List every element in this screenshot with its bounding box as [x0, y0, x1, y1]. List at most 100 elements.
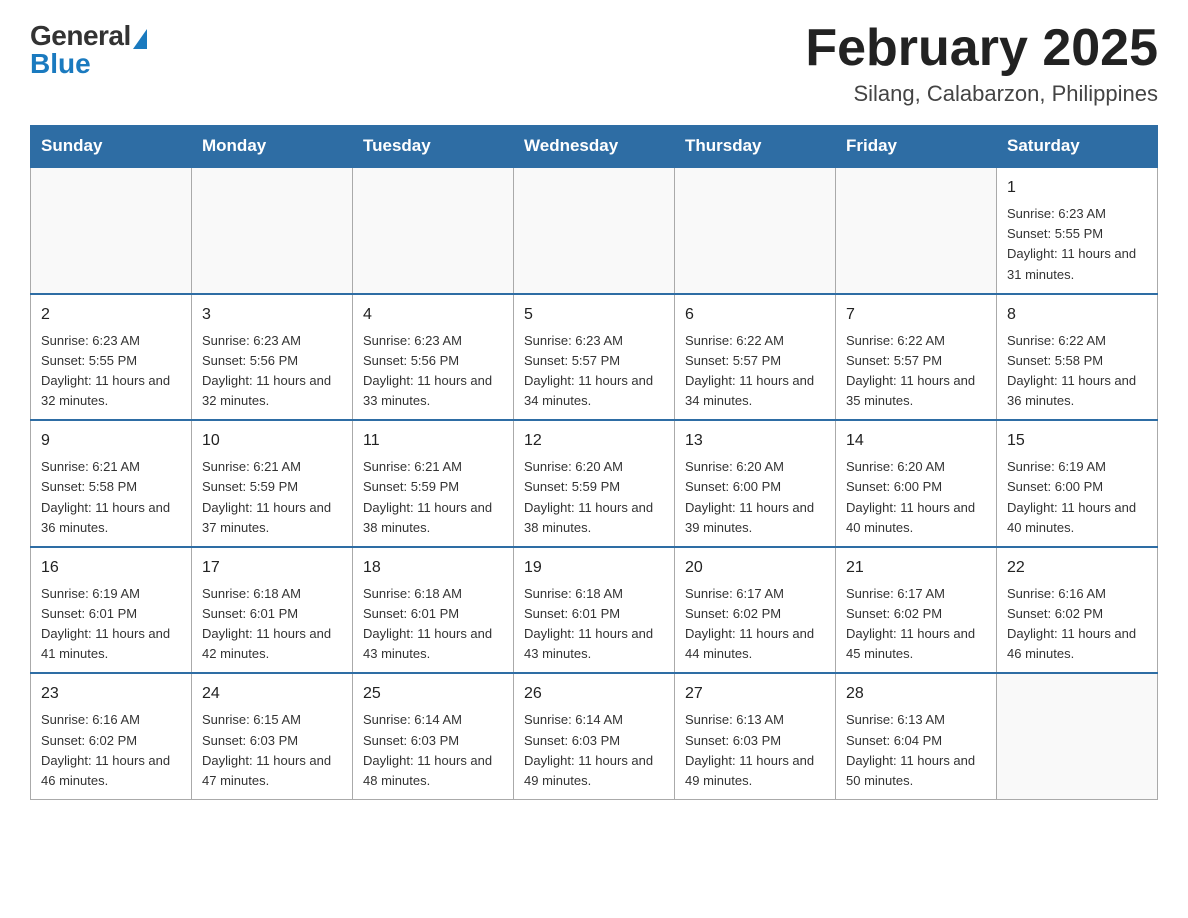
day-info: Sunrise: 6:14 AMSunset: 6:03 PMDaylight:…: [524, 710, 664, 791]
day-number: 20: [685, 556, 825, 580]
day-number: 17: [202, 556, 342, 580]
day-info: Sunrise: 6:13 AMSunset: 6:04 PMDaylight:…: [846, 710, 986, 791]
header-wednesday: Wednesday: [514, 126, 675, 168]
day-number: 22: [1007, 556, 1147, 580]
day-number: 25: [363, 682, 503, 706]
day-info: Sunrise: 6:20 AMSunset: 6:00 PMDaylight:…: [846, 457, 986, 538]
day-info: Sunrise: 6:23 AMSunset: 5:55 PMDaylight:…: [41, 331, 181, 412]
day-info: Sunrise: 6:23 AMSunset: 5:56 PMDaylight:…: [202, 331, 342, 412]
week-row-3: 9Sunrise: 6:21 AMSunset: 5:58 PMDaylight…: [31, 420, 1158, 547]
table-row: [353, 167, 514, 294]
day-number: 9: [41, 429, 181, 453]
day-number: 12: [524, 429, 664, 453]
table-row: [836, 167, 997, 294]
table-row: 10 Sunrise: 6:21 AMSunset: 5:59 PMDayligh…: [192, 420, 353, 547]
week-row-4: 16 Sunrise: 6:19 AMSunset: 6:01 PMDayligh…: [31, 547, 1158, 674]
title-block: February 2025 Silang, Calabarzon, Philip…: [805, 20, 1158, 107]
week-row-5: 23 Sunrise: 6:16 AMSunset: 6:02 PMDayligh…: [31, 673, 1158, 799]
day-number: 23: [41, 682, 181, 706]
table-row: 12 Sunrise: 6:20 AMSunset: 5:59 PMDayligh…: [514, 420, 675, 547]
day-info: Sunrise: 6:20 AMSunset: 6:00 PMDaylight:…: [685, 457, 825, 538]
day-info: Sunrise: 6:22 AMSunset: 5:58 PMDaylight:…: [1007, 331, 1147, 412]
table-row: 27 Sunrise: 6:13 AMSunset: 6:03 PMDayligh…: [675, 673, 836, 799]
table-row: 5Sunrise: 6:23 AMSunset: 5:57 PMDaylight…: [514, 294, 675, 421]
location-subtitle: Silang, Calabarzon, Philippines: [805, 81, 1158, 107]
table-row: 16 Sunrise: 6:19 AMSunset: 6:01 PMDayligh…: [31, 547, 192, 674]
table-row: 26 Sunrise: 6:14 AMSunset: 6:03 PMDayligh…: [514, 673, 675, 799]
day-number: 28: [846, 682, 986, 706]
day-number: 6: [685, 303, 825, 327]
day-info: Sunrise: 6:23 AMSunset: 5:55 PMDaylight:…: [1007, 204, 1147, 285]
table-row: 24 Sunrise: 6:15 AMSunset: 6:03 PMDayligh…: [192, 673, 353, 799]
table-row: 8 Sunrise: 6:22 AMSunset: 5:58 PMDaylight…: [997, 294, 1158, 421]
table-row: [514, 167, 675, 294]
logo-blue-text: Blue: [30, 48, 91, 80]
day-number: 24: [202, 682, 342, 706]
day-number: 13: [685, 429, 825, 453]
table-row: 22 Sunrise: 6:16 AMSunset: 6:02 PMDayligh…: [997, 547, 1158, 674]
day-number: 11: [363, 429, 503, 453]
weekday-header-row: Sunday Monday Tuesday Wednesday Thursday…: [31, 126, 1158, 168]
header-tuesday: Tuesday: [353, 126, 514, 168]
day-number: 14: [846, 429, 986, 453]
page-header: General Blue February 2025 Silang, Calab…: [30, 20, 1158, 107]
day-info: Sunrise: 6:17 AMSunset: 6:02 PMDaylight:…: [685, 584, 825, 665]
logo: General Blue: [30, 20, 147, 80]
day-info: Sunrise: 6:22 AMSunset: 5:57 PMDaylight:…: [685, 331, 825, 412]
table-row: [31, 167, 192, 294]
table-row: 20 Sunrise: 6:17 AMSunset: 6:02 PMDayligh…: [675, 547, 836, 674]
day-info: Sunrise: 6:16 AMSunset: 6:02 PMDaylight:…: [1007, 584, 1147, 665]
day-number: 21: [846, 556, 986, 580]
day-number: 8: [1007, 303, 1147, 327]
table-row: 9Sunrise: 6:21 AMSunset: 5:58 PMDaylight…: [31, 420, 192, 547]
table-row: 6 Sunrise: 6:22 AMSunset: 5:57 PMDaylight…: [675, 294, 836, 421]
day-number: 27: [685, 682, 825, 706]
day-number: 15: [1007, 429, 1147, 453]
table-row: 18 Sunrise: 6:18 AMSunset: 6:01 PMDayligh…: [353, 547, 514, 674]
day-info: Sunrise: 6:15 AMSunset: 6:03 PMDaylight:…: [202, 710, 342, 791]
day-number: 10: [202, 429, 342, 453]
table-row: 17 Sunrise: 6:18 AMSunset: 6:01 PMDayligh…: [192, 547, 353, 674]
week-row-1: 1 Sunrise: 6:23 AMSunset: 5:55 PMDaylight…: [31, 167, 1158, 294]
table-row: [192, 167, 353, 294]
header-monday: Monday: [192, 126, 353, 168]
day-number: 4: [363, 303, 503, 327]
table-row: 21 Sunrise: 6:17 AMSunset: 6:02 PMDayligh…: [836, 547, 997, 674]
day-number: 18: [363, 556, 503, 580]
table-row: 28 Sunrise: 6:13 AMSunset: 6:04 PMDayligh…: [836, 673, 997, 799]
header-thursday: Thursday: [675, 126, 836, 168]
day-number: 3: [202, 303, 342, 327]
day-info: Sunrise: 6:23 AMSunset: 5:57 PMDaylight:…: [524, 331, 664, 412]
day-info: Sunrise: 6:18 AMSunset: 6:01 PMDaylight:…: [202, 584, 342, 665]
day-info: Sunrise: 6:23 AMSunset: 5:56 PMDaylight:…: [363, 331, 503, 412]
header-friday: Friday: [836, 126, 997, 168]
table-row: 3 Sunrise: 6:23 AMSunset: 5:56 PMDaylight…: [192, 294, 353, 421]
header-sunday: Sunday: [31, 126, 192, 168]
table-row: 1 Sunrise: 6:23 AMSunset: 5:55 PMDaylight…: [997, 167, 1158, 294]
day-number: 1: [1007, 176, 1147, 200]
day-number: 26: [524, 682, 664, 706]
day-number: 2: [41, 303, 181, 327]
day-info: Sunrise: 6:19 AMSunset: 6:01 PMDaylight:…: [41, 584, 181, 665]
day-info: Sunrise: 6:17 AMSunset: 6:02 PMDaylight:…: [846, 584, 986, 665]
table-row: 23 Sunrise: 6:16 AMSunset: 6:02 PMDayligh…: [31, 673, 192, 799]
day-info: Sunrise: 6:13 AMSunset: 6:03 PMDaylight:…: [685, 710, 825, 791]
table-row: 13 Sunrise: 6:20 AMSunset: 6:00 PMDayligh…: [675, 420, 836, 547]
table-row: 14 Sunrise: 6:20 AMSunset: 6:00 PMDayligh…: [836, 420, 997, 547]
day-info: Sunrise: 6:20 AMSunset: 5:59 PMDaylight:…: [524, 457, 664, 538]
table-row: 25Sunrise: 6:14 AMSunset: 6:03 PMDayligh…: [353, 673, 514, 799]
table-row: 7 Sunrise: 6:22 AMSunset: 5:57 PMDaylight…: [836, 294, 997, 421]
day-info: Sunrise: 6:16 AMSunset: 6:02 PMDaylight:…: [41, 710, 181, 791]
day-number: 7: [846, 303, 986, 327]
day-info: Sunrise: 6:21 AMSunset: 5:59 PMDaylight:…: [363, 457, 503, 538]
day-info: Sunrise: 6:18 AMSunset: 6:01 PMDaylight:…: [363, 584, 503, 665]
day-info: Sunrise: 6:18 AMSunset: 6:01 PMDaylight:…: [524, 584, 664, 665]
week-row-2: 2 Sunrise: 6:23 AMSunset: 5:55 PMDaylight…: [31, 294, 1158, 421]
table-row: [997, 673, 1158, 799]
calendar-table: Sunday Monday Tuesday Wednesday Thursday…: [30, 125, 1158, 800]
table-row: 15Sunrise: 6:19 AMSunset: 6:00 PMDayligh…: [997, 420, 1158, 547]
day-info: Sunrise: 6:22 AMSunset: 5:57 PMDaylight:…: [846, 331, 986, 412]
day-info: Sunrise: 6:21 AMSunset: 5:59 PMDaylight:…: [202, 457, 342, 538]
day-number: 16: [41, 556, 181, 580]
table-row: 19Sunrise: 6:18 AMSunset: 6:01 PMDayligh…: [514, 547, 675, 674]
